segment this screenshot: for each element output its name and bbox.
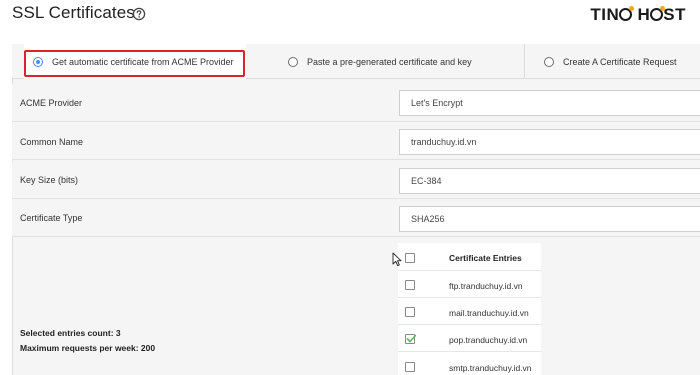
select-all-checkbox[interactable]: [405, 253, 415, 263]
common-name-input[interactable]: tranduchuy.id.vn: [399, 129, 700, 155]
brand-logo-o2-icon: [650, 6, 666, 21]
page-title: SSL Certificates: [12, 3, 135, 22]
entry-checkbox-ftp[interactable]: [405, 280, 415, 290]
entry-checkbox-smtp[interactable]: [405, 362, 415, 372]
common-name-label: Common Name: [20, 137, 84, 147]
tab-create-request[interactable]: Create A Certificate Request: [535, 44, 700, 79]
entry-checkbox-pop[interactable]: [405, 334, 416, 344]
mouse-cursor-icon: [392, 252, 402, 267]
certificate-type-label: Certificate Type: [20, 213, 83, 223]
tab-label: Create A Certificate Request: [563, 56, 677, 67]
key-size-label: Key Size (bits): [20, 175, 79, 185]
check-icon: [406, 334, 416, 343]
entry-name: smtp.tranduchuy.id.vn: [449, 363, 532, 373]
highlight-box: [24, 50, 245, 77]
entry-name: mail.tranduchuy.id.vn: [449, 308, 529, 318]
brand-logo: TIN H ST: [590, 5, 686, 24]
max-requests-per-week: Maximum requests per week: 200: [20, 343, 156, 353]
entry-name: ftp.tranduchuy.id.vn: [449, 281, 523, 291]
entry-name: pop.tranduchuy.id.vn: [449, 335, 528, 345]
radio-icon: [544, 56, 554, 67]
key-size-select[interactable]: EC-384: [399, 168, 700, 194]
radio-icon: [288, 56, 298, 67]
tab-label: Paste a pre-generated certificate and ke…: [307, 56, 472, 67]
certificate-entries-header: Certificate Entries: [449, 253, 522, 263]
tab-paste-certificate[interactable]: Paste a pre-generated certificate and ke…: [278, 44, 524, 79]
tab-divider: [524, 44, 525, 79]
selected-entries-count: Selected entries count: 3: [20, 328, 121, 338]
acme-provider-select[interactable]: Let's Encrypt: [399, 90, 700, 116]
certificate-type-select[interactable]: SHA256: [399, 206, 700, 232]
acme-provider-label: ACME Provider: [20, 98, 83, 108]
brand-logo-o-icon: [619, 6, 635, 21]
help-icon[interactable]: [132, 7, 146, 21]
entry-checkbox-mail[interactable]: [405, 307, 415, 317]
